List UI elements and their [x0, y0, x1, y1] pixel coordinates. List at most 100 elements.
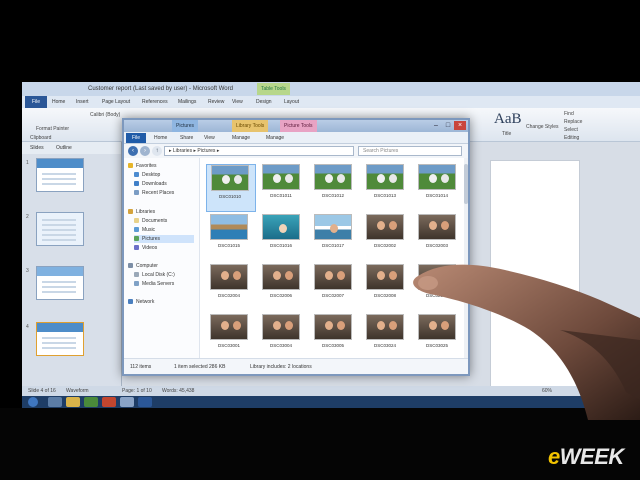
word-tab[interactable]: Layout	[284, 99, 299, 105]
change-styles-button[interactable]: Change Styles	[526, 124, 559, 130]
photo-thumbnail[interactable]: DSC02003	[414, 214, 464, 262]
forward-arrow-icon[interactable]: ›	[140, 146, 150, 156]
table-tools-tab[interactable]: Table Tools	[257, 83, 290, 95]
font-name-box[interactable]: Calibri (Body)	[90, 112, 120, 118]
taskbar-app-word[interactable]	[138, 397, 152, 407]
photo-thumbnail[interactable]: DSC03001	[206, 314, 256, 362]
taskbar-app[interactable]	[102, 397, 116, 407]
word-tab[interactable]: Review	[208, 99, 224, 105]
explorer-tab-share[interactable]: Share	[180, 135, 193, 141]
slide-thumbnail[interactable]	[36, 266, 84, 300]
zoom-level[interactable]: 60%	[542, 386, 552, 396]
photo-thumbnail[interactable]: DSC01010	[206, 164, 256, 212]
nav-network[interactable]: Network	[128, 298, 154, 306]
slide-thumbnail[interactable]	[36, 212, 84, 246]
nav-recent-places[interactable]: Recent Places	[134, 189, 174, 197]
photo-subject	[441, 271, 449, 280]
nav-documents[interactable]: Documents	[134, 217, 167, 225]
slides-tab[interactable]: Slides	[30, 145, 44, 151]
photo-image	[366, 264, 404, 290]
photo-thumbnail[interactable]: DSC02009	[414, 264, 464, 312]
taskbar-app[interactable]	[84, 397, 98, 407]
explorer-status-bar: 112 items 1 item selected 286 KB Library…	[124, 358, 468, 374]
outline-tab[interactable]: Outline	[56, 145, 72, 151]
taskbar-app[interactable]	[66, 397, 80, 407]
slide-thumbnail-selected[interactable]	[36, 322, 84, 356]
scrollbar[interactable]	[464, 158, 468, 358]
explorer-tab-home[interactable]: Home	[154, 135, 167, 141]
word-count: Words: 45,438	[162, 388, 195, 394]
slide-thumbnail[interactable]	[36, 158, 84, 192]
photo-image	[366, 164, 404, 190]
nav-media-servers[interactable]: Media Servers	[134, 280, 174, 288]
photo-thumbnail[interactable]: DSC01011	[258, 164, 308, 212]
explorer-tab-view[interactable]: View	[204, 135, 215, 141]
photo-thumbnail[interactable]: DSC02006	[258, 264, 308, 312]
word-tab[interactable]: References	[142, 99, 168, 105]
photo-filename: DSC02002	[373, 243, 396, 248]
picture-tools-tab[interactable]: Picture Tools	[280, 120, 317, 132]
nav-desktop[interactable]: Desktop	[134, 171, 160, 179]
photo-thumbnail[interactable]: DSC02008	[362, 264, 412, 312]
explorer-file-tab[interactable]: File	[126, 133, 146, 143]
photo-thumbnail[interactable]: DSC01014	[414, 164, 464, 212]
search-input[interactable]: Search Pictures	[358, 146, 462, 156]
format-painter-button[interactable]: Format Painter	[36, 126, 69, 132]
editing-group-label: Editing	[564, 135, 580, 141]
photo-subject	[222, 175, 230, 184]
taskbar	[22, 396, 640, 408]
nav-libraries[interactable]: Libraries	[128, 208, 155, 216]
word-tab[interactable]: Home	[52, 99, 65, 105]
close-icon[interactable]: ×	[454, 121, 466, 130]
nav-music[interactable]: Music	[134, 226, 155, 234]
photo-thumbnail[interactable]: DSC03004	[258, 314, 308, 362]
photo-thumbnail[interactable]: DSC01013	[362, 164, 412, 212]
select-button[interactable]: Select	[564, 127, 578, 133]
up-arrow-icon[interactable]: ↑	[152, 146, 162, 156]
minimize-icon[interactable]: –	[430, 121, 442, 130]
find-button[interactable]: Find	[564, 111, 574, 117]
nav-videos[interactable]: Videos	[134, 244, 157, 252]
nav-computer[interactable]: Computer	[128, 262, 158, 270]
photo-thumbnail[interactable]: DSC01012	[310, 164, 360, 212]
maximize-icon[interactable]: □	[442, 121, 454, 130]
nav-label: Local Disk (C:)	[142, 272, 175, 278]
nav-downloads[interactable]: Downloads	[134, 180, 167, 188]
document-page[interactable]	[490, 160, 580, 390]
replace-button[interactable]: Replace	[564, 119, 582, 125]
photo-subject	[285, 271, 293, 280]
explorer-tab-manage[interactable]: Manage	[232, 135, 250, 141]
start-button[interactable]	[28, 397, 38, 407]
back-arrow-icon[interactable]: ‹	[128, 146, 138, 156]
word-tab[interactable]: Design	[256, 99, 272, 105]
explorer-tab-manage-picture[interactable]: Manage	[266, 135, 284, 141]
photo-thumbnail[interactable]: DSC02004	[206, 264, 256, 312]
taskbar-app[interactable]	[48, 397, 62, 407]
taskbar-app[interactable]	[120, 397, 134, 407]
style-title-preview[interactable]: AaB	[494, 111, 522, 128]
word-file-tab[interactable]: File	[25, 96, 47, 108]
nav-local-disk[interactable]: Local Disk (C:)	[134, 271, 175, 279]
photo-thumbnail[interactable]: DSC01016	[258, 214, 308, 262]
address-bar[interactable]: ▸ Libraries ▸ Pictures ▸	[164, 146, 354, 156]
photo-image	[262, 314, 300, 340]
photo-thumbnail[interactable]: DSC03024	[362, 314, 412, 362]
photo-image	[418, 264, 456, 290]
photo-thumbnail[interactable]: DSC02002	[362, 214, 412, 262]
photo-thumbnail[interactable]: DSC03025	[414, 314, 464, 362]
nav-pictures[interactable]: Pictures	[134, 235, 194, 243]
word-tab[interactable]: View	[232, 99, 243, 105]
photo-thumbnail[interactable]: DSC01017	[310, 214, 360, 262]
photo-subject	[233, 271, 241, 280]
nav-favorites[interactable]: Favorites	[128, 162, 157, 170]
photo-thumbnail[interactable]: DSC02007	[310, 264, 360, 312]
photo-filename: DSC02009	[425, 293, 448, 298]
word-tab[interactable]: Page Layout	[102, 99, 130, 105]
photo-thumbnail[interactable]: DSC01015	[206, 214, 256, 262]
word-tab[interactable]: Insert	[76, 99, 89, 105]
nav-label: Network	[136, 299, 155, 305]
library-tools-tab[interactable]: Library Tools	[232, 120, 269, 132]
photo-thumbnail[interactable]: DSC03005	[310, 314, 360, 362]
word-tab[interactable]: Mailings	[178, 99, 196, 105]
scrollbar-thumb[interactable]	[464, 164, 468, 204]
